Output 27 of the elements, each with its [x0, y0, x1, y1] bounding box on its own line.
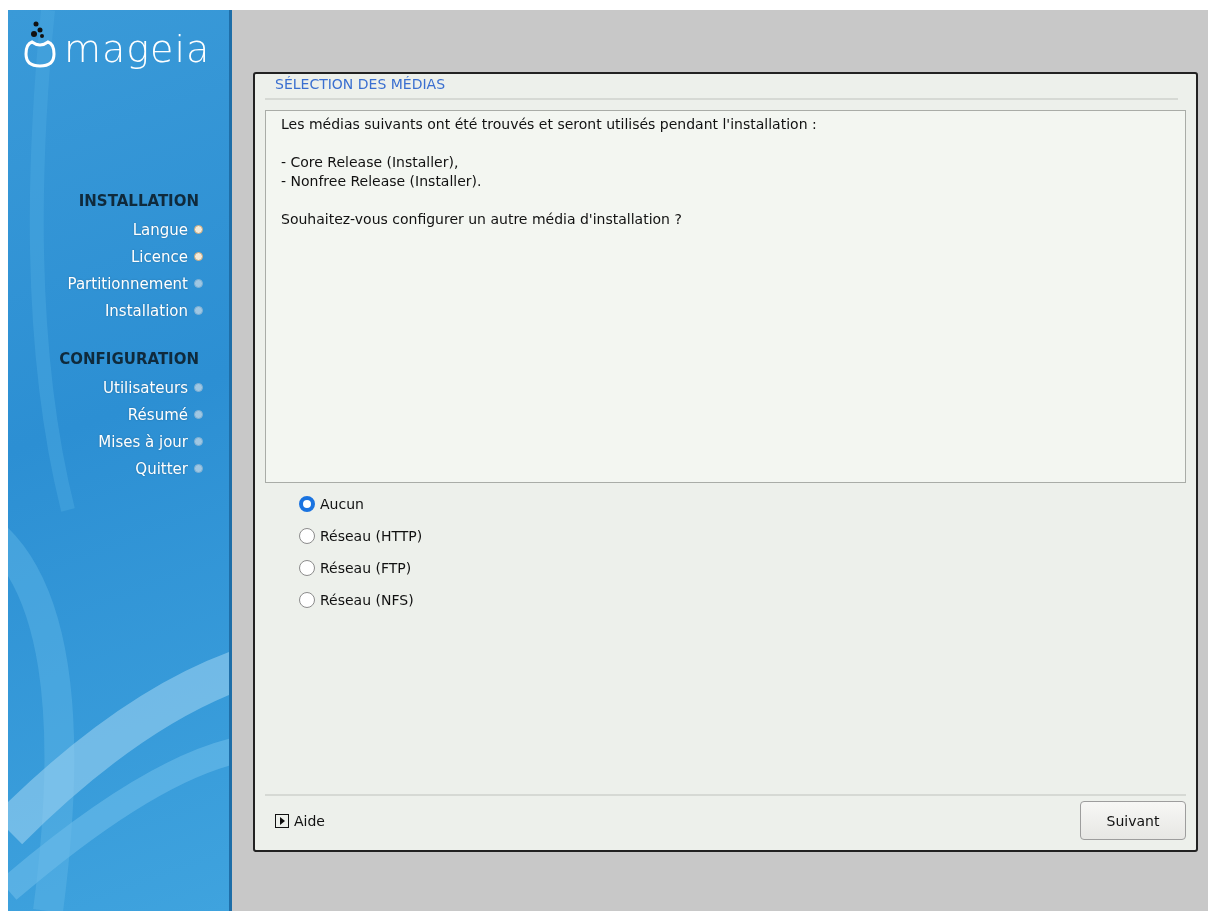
message-text: Les médias suivants ont été trouvés et seront utilisés pendant l'installation :	[281, 115, 818, 134]
section-title: INSTALLATION	[78, 192, 199, 210]
media-radio-option[interactable]: Aucun	[299, 493, 1186, 515]
media-radio-option[interactable]: Réseau (HTTP)	[299, 525, 1186, 547]
radio-icon[interactable]	[299, 560, 315, 576]
cauldron-logo-icon	[24, 20, 58, 68]
message-text: - Core Release (Installer),	[281, 153, 460, 172]
next-button[interactable]: Suivant	[1080, 801, 1186, 840]
logo-text: mageia	[64, 30, 211, 68]
step-label: Installation	[104, 301, 188, 320]
step-label: Licence	[131, 247, 188, 266]
media-radio-option[interactable]: Réseau (NFS)	[299, 589, 1186, 611]
message-text: - Nonfree Release (Installer).	[281, 172, 483, 191]
step-label: Résumé	[127, 405, 188, 424]
step-label: Mises à jour	[98, 432, 188, 451]
step-label: Partitionnement	[67, 274, 188, 293]
step-label: Utilisateurs	[103, 378, 188, 397]
radio-icon[interactable]	[299, 528, 315, 544]
dialog-title: SÉLECTION DES MÉDIAS	[265, 74, 1178, 100]
radio-icon[interactable]	[299, 592, 315, 608]
media-radio-option[interactable]: Réseau (FTP)	[299, 557, 1186, 579]
radio-icon[interactable]	[299, 496, 315, 512]
message-text: Souhaitez-vous configurer un autre média d'installation ?	[281, 210, 683, 229]
step-label: Langue	[132, 220, 188, 239]
help-toggle[interactable]: Aide	[275, 812, 325, 829]
section-title: CONFIGURATION	[59, 350, 199, 368]
step-label: Quitter	[135, 459, 188, 478]
